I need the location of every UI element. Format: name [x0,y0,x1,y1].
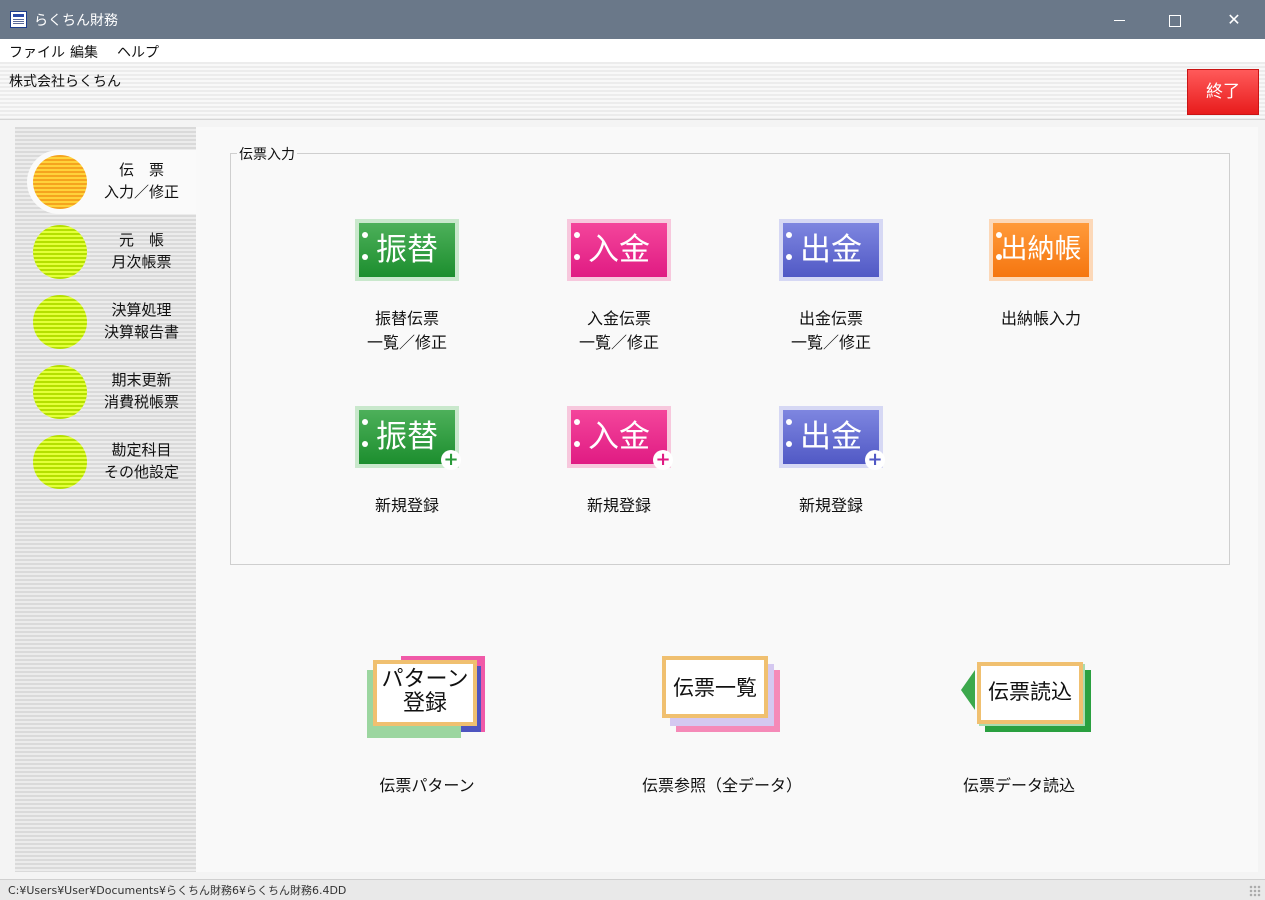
payment-voucher-add-icon: 出金 + [779,406,885,470]
card-text: 伝票読込 [988,680,1072,704]
sidebar-label-line1: 勘定科目 [111,441,172,459]
card-text-line1: パターン [381,667,469,692]
menu-bar: ファイル 編集 ヘルプ [0,39,1265,62]
sidebar-item-label: 元 帳 月次帳票 [87,229,196,273]
voucher-import-button[interactable]: 伝票読込 伝票データ読込 [959,654,1095,795]
file-path: C:¥Users¥User¥Documents¥らくちん財務6¥らくちん財務6.… [8,884,347,897]
window-title: らくちん財務 [34,13,118,29]
tile-label: 出金伝票 一覧／修正 [749,307,913,355]
sidebar-item-label: 決算処理 決算報告書 [87,299,196,343]
payment-voucher-icon: 出金 [779,219,883,281]
sidebar-item-label: 期末更新 消費税帳票 [87,369,196,413]
tile-label: 新規登録 [586,496,651,515]
cashbook-icon: 出納帳 [989,219,1093,281]
receipt-voucher-add-icon: 入金 + [567,406,673,470]
big-button-label: 伝票パターン [379,776,475,795]
sidebar-item-accounts[interactable]: 勘定科目 その他設定 [27,430,196,494]
tile-label-line1: 振替伝票 [374,309,439,328]
tile-label-line2: 一覧／修正 [366,333,447,352]
maximize-icon [1169,14,1181,27]
tile-label: 新規登録 [374,496,439,515]
icon-text: 出金 [783,223,879,277]
menu-file[interactable]: ファイル [9,42,65,62]
big-button-label: 伝票データ読込 [962,776,1075,795]
tile-label: 振替伝票 一覧／修正 [325,307,489,355]
receipt-voucher-icon: 入金 [567,219,671,281]
voucher-browse-all-button[interactable]: 伝票一覧 伝票参照（全データ） [642,654,802,795]
sidebar-label-line1: 決算処理 [111,301,172,319]
title-bar: らくちん財務 ✕ [0,0,1265,39]
resize-grip-icon[interactable] [1249,885,1261,897]
sidebar-label-line1: 元 帳 [118,231,164,249]
sidebar-label-line2: 消費税帳票 [103,393,179,411]
tile-label: 入金伝票 一覧／修正 [537,307,701,355]
circle-icon [33,365,87,419]
tile-label: 新規登録 [798,496,863,515]
app-icon [10,11,27,28]
main-panel: 伝票入力 振替 振替伝票 一覧／修正 入金 入金伝票 一覧／修正 出金 出金伝票… [196,127,1258,872]
tile-label: 出納帳入力 [959,307,1123,331]
close-icon: ✕ [1227,10,1241,29]
card-text: 伝票一覧 [673,676,757,700]
sidebar-label-line2: 決算報告書 [103,323,179,341]
plus-icon: + [441,450,461,470]
tile-label-line1: 入金伝票 [586,309,651,328]
tile-label-line2: 一覧／修正 [790,333,871,352]
circle-icon [33,435,87,489]
tile-label-line1: 出金伝票 [798,309,863,328]
status-bar: C:¥Users¥User¥Documents¥らくちん財務6¥らくちん財務6.… [0,879,1265,900]
sidebar-item-closing[interactable]: 決算処理 決算報告書 [27,290,196,354]
sidebar-item-label: 勘定科目 その他設定 [87,439,196,483]
maximize-button[interactable] [1147,0,1203,39]
company-header: 株式会社らくちん 終了 [0,62,1265,120]
circle-icon [33,295,87,349]
voucher-pattern-button[interactable]: パターン 登録 伝票パターン [367,654,491,795]
sidebar-label-line2: 月次帳票 [111,253,172,271]
voucher-input-group: 伝票入力 振替 振替伝票 一覧／修正 入金 入金伝票 一覧／修正 出金 出金伝票… [230,144,1230,565]
sidebar-label-line2: その他設定 [103,463,179,481]
sidebar-label-line2: 入力／修正 [103,183,179,201]
icon-text: 入金 [571,223,667,277]
card-text-line2: 登録 [402,691,447,716]
big-button-label: 伝票参照（全データ） [641,776,802,795]
sidebar-label-line1: 伝 票 [118,161,164,179]
minimize-icon [1113,20,1125,21]
circle-icon [33,225,87,279]
sidebar-item-year-end[interactable]: 期末更新 消費税帳票 [27,360,196,424]
tile-label-line2: 一覧／修正 [578,333,659,352]
arrow-left-icon [961,670,975,710]
transfer-voucher-icon: 振替 [355,219,459,281]
plus-icon: + [653,450,673,470]
company-name: 株式会社らくちん [9,74,121,90]
menu-edit[interactable]: 編集 [70,42,98,62]
transfer-voucher-add-icon: 振替 + [355,406,461,470]
menu-help[interactable]: ヘルプ [117,42,159,62]
tile-label-line1: 出納帳入力 [1000,309,1081,328]
close-button[interactable]: ✕ [1203,0,1265,39]
icon-text: 振替 [359,223,455,277]
sidebar-item-ledger[interactable]: 元 帳 月次帳票 [27,220,196,284]
sidebar: 伝 票 入力／修正 元 帳 月次帳票 決算処理 決算報告書 期末更新 消費税帳票… [15,127,196,872]
circle-icon [33,155,87,209]
minimize-button[interactable] [1091,0,1147,39]
sidebar-item-label: 伝 票 入力／修正 [87,159,196,203]
sidebar-item-vouchers[interactable]: 伝 票 入力／修正 [27,150,196,214]
group-title: 伝票入力 [237,144,297,164]
exit-button[interactable]: 終了 [1188,70,1258,114]
plus-icon: + [865,450,885,470]
sidebar-label-line1: 期末更新 [111,371,172,389]
icon-text: 出納帳 [993,223,1089,277]
